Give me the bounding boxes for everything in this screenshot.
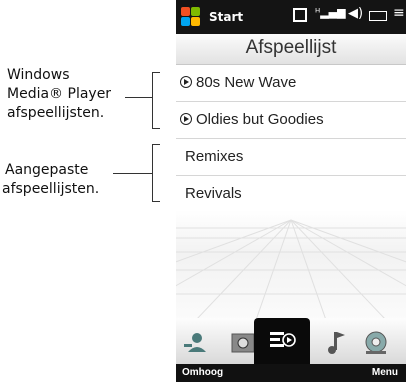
more-icon[interactable]: ≡: [393, 5, 405, 21]
battery-icon: [369, 11, 387, 21]
phone-screen: Start ᴴ▂▄▆ ◀) ≡ Afspeellijst 80s New Wav…: [176, 0, 406, 382]
people-icon: [184, 333, 206, 352]
perspective-grid-background: [176, 210, 406, 321]
playlist-item[interactable]: Remixes: [176, 139, 406, 176]
wmp-bracket-connector: [125, 97, 152, 98]
callout-line-2: Media® Player: [7, 86, 112, 102]
callout-custom-playlists: Aangepaste afspeellijsten.: [2, 161, 99, 199]
disc-icon: [365, 331, 387, 354]
custom-bracket-bottom: [152, 201, 160, 202]
bottom-tab-bar: [176, 318, 406, 364]
callout-wmp-playlists: Windows Media® Player afspeellijsten.: [7, 66, 111, 123]
wmp-bracket-bottom: [152, 128, 160, 129]
playlist-icon: [270, 332, 296, 347]
callout-line-2: afspeellijsten.: [2, 181, 100, 197]
custom-bracket-top: [152, 144, 160, 145]
playlist-label: 80s New Wave: [196, 74, 297, 91]
playlist-label: Oldies but Goodies: [196, 111, 324, 128]
play-circle-icon: [180, 113, 192, 125]
play-circle-icon: [180, 76, 192, 88]
playlist-label: Revivals: [185, 185, 242, 202]
wmp-bracket-top: [152, 72, 160, 73]
music-tab[interactable]: [316, 318, 356, 364]
softkey-right[interactable]: Menu: [372, 367, 398, 378]
page-header: Afspeellijst: [176, 34, 406, 65]
people-tab[interactable]: [182, 318, 222, 364]
playlist-item[interactable]: Revivals: [176, 176, 406, 213]
callout-line-1: Aangepaste: [5, 162, 89, 178]
signal-strength-icon: ᴴ▂▄▆: [315, 6, 346, 19]
start-label[interactable]: Start: [209, 10, 243, 24]
wmp-bracket: [152, 72, 153, 129]
custom-bracket-connector: [113, 173, 152, 174]
status-bar: Start ᴴ▂▄▆ ◀) ≡: [176, 0, 406, 34]
softkey-bar: Omhoog Menu: [176, 364, 406, 382]
softkey-left[interactable]: Omhoog: [182, 367, 223, 378]
grid-floor: [176, 219, 406, 321]
page-title: Afspeellijst: [245, 37, 337, 58]
speaker-icon: ◀): [348, 6, 364, 21]
callout-line-1: Windows: [7, 67, 70, 83]
playlist-item[interactable]: Oldies but Goodies: [176, 102, 406, 139]
custom-bracket: [152, 144, 153, 202]
playlist-label: Remixes: [185, 148, 244, 165]
data-connection-icon: [293, 8, 307, 22]
playlist-item[interactable]: 80s New Wave: [176, 65, 406, 102]
music-note-icon: [328, 332, 345, 354]
windows-flag-icon[interactable]: [181, 7, 201, 27]
callout-line-3: afspeellijsten.: [7, 105, 105, 121]
weather-tab[interactable]: [356, 318, 396, 364]
playlists-tab[interactable]: [254, 318, 310, 364]
